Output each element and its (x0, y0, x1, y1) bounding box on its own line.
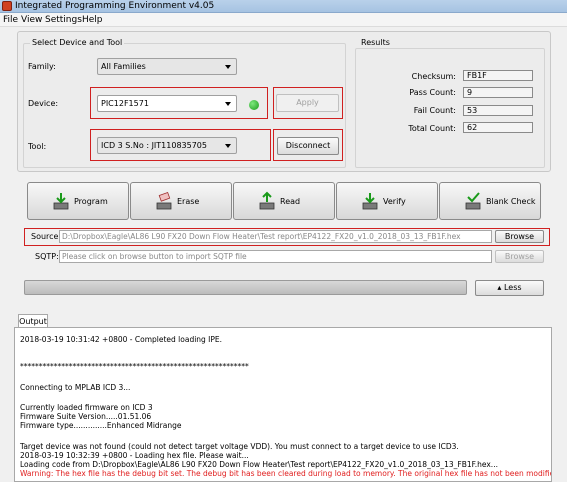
erase-label: Erase (177, 197, 200, 206)
erase-button[interactable]: Erase (130, 182, 232, 220)
menu-help[interactable]: Help (82, 14, 103, 26)
log-line: Firmware Suite Version.....01.51.06 (20, 412, 152, 421)
less-label: Less (503, 283, 522, 292)
device-select-value: PIC12F1571 (101, 99, 149, 108)
pass-count-value: 9 (463, 87, 533, 98)
chevron-down-icon (225, 144, 231, 148)
sqtp-path-field[interactable]: Please click on browse button to import … (59, 250, 492, 263)
output-log: 2018-03-19 10:31:42 +0800 - Completed lo… (14, 327, 552, 482)
log-line: Currently loaded firmware on ICD 3 (20, 403, 153, 412)
source-path-field[interactable]: D:\Dropbox\Eagle\AL86 L90 FX20 Down Flow… (59, 230, 492, 243)
apply-button[interactable]: Apply (276, 94, 339, 112)
device-select[interactable]: PIC12F1571 (97, 95, 237, 112)
program-icon (53, 193, 69, 210)
select-device-group-title: Select Device and Tool (30, 38, 125, 48)
log-line: 2018-03-19 10:32:39 +0800 - Loading hex … (20, 451, 249, 460)
total-count-label: Total Count: (408, 124, 456, 133)
read-label: Read (280, 197, 301, 206)
log-line: Connecting to MPLAB ICD 3... (20, 383, 131, 392)
tool-select[interactable]: ICD 3 S.No : JIT110835705 (97, 137, 237, 154)
read-button[interactable]: Read (233, 182, 335, 220)
menu-settings[interactable]: Settings (45, 14, 82, 26)
app-icon (2, 1, 12, 11)
verify-label: Verify (383, 197, 406, 206)
blank-check-label: Blank Check (486, 197, 536, 206)
log-line: Firmware type..............Enhanced Midr… (20, 421, 182, 430)
disconnect-button[interactable]: Disconnect (277, 137, 339, 155)
log-line: ****************************************… (20, 362, 249, 371)
chevron-down-icon (225, 102, 231, 106)
program-button[interactable]: Program (27, 182, 129, 220)
log-line: Loading code from D:\Dropbox\Eagle\AL86 … (20, 460, 498, 469)
chevron-down-icon (225, 65, 231, 69)
read-icon (259, 191, 275, 210)
fail-count-label: Fail Count: (413, 106, 456, 115)
blank-check-button[interactable]: Blank Check (439, 182, 541, 220)
fail-count-value: 53 (463, 105, 533, 116)
window-title: Integrated Programming Environment v4.05 (15, 1, 215, 11)
program-label: Program (74, 197, 108, 206)
log-line-warning: Warning: The hex file has the debug bit … (20, 469, 552, 478)
family-label: Family: (28, 62, 56, 71)
less-button[interactable]: ▴ Less (475, 280, 544, 296)
blank-check-icon (465, 192, 481, 210)
log-line: Target device was not found (could not d… (20, 442, 459, 451)
family-select[interactable]: All Families (97, 58, 237, 75)
pass-count-label: Pass Count: (409, 88, 456, 97)
verify-icon (362, 193, 378, 210)
progress-bar (24, 280, 467, 295)
tab-output[interactable]: Output (18, 314, 48, 328)
title-bar: Integrated Programming Environment v4.05 (0, 0, 567, 13)
erase-icon (156, 191, 172, 210)
family-select-value: All Families (101, 62, 146, 71)
total-count-value: 62 (463, 122, 533, 133)
menu-file[interactable]: File (3, 14, 18, 26)
tool-select-value: ICD 3 S.No : JIT110835705 (101, 141, 207, 150)
checksum-label: Checksum: (411, 72, 456, 81)
menu-bar: File View Settings Help (0, 13, 567, 27)
source-label: Source: (31, 232, 62, 241)
checksum-value: FB1F (463, 70, 533, 81)
verify-button[interactable]: Verify (336, 182, 438, 220)
sqtp-browse-button[interactable]: Browse (495, 250, 544, 263)
connection-status-icon (249, 100, 259, 110)
sqtp-label: SQTP: (35, 252, 59, 261)
device-label: Device: (28, 99, 59, 108)
menu-view[interactable]: View (21, 14, 42, 26)
tool-label: Tool: (28, 142, 47, 151)
log-line: 2018-03-19 10:31:42 +0800 - Completed lo… (20, 335, 223, 344)
source-browse-button[interactable]: Browse (495, 230, 544, 243)
results-title: Results (359, 38, 392, 48)
